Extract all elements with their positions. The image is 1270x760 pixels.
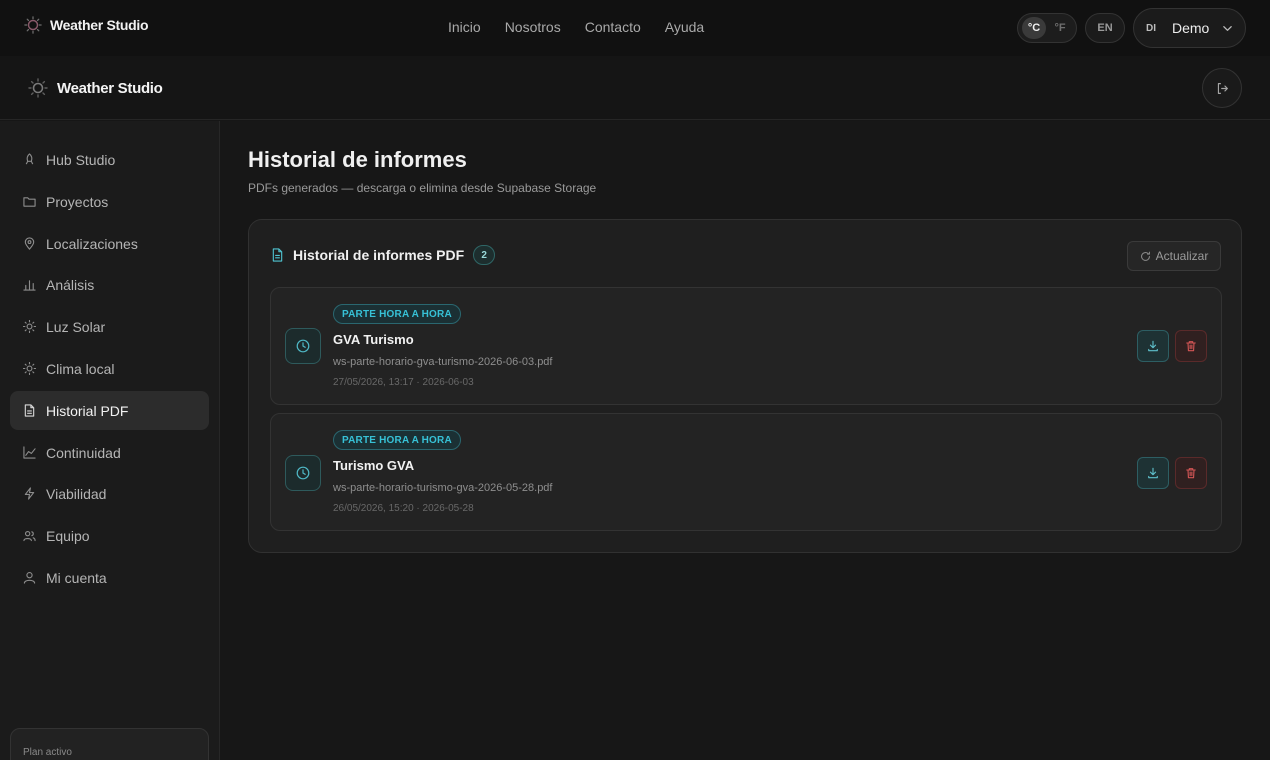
file-text-icon [24,404,35,417]
delete-button[interactable] [1175,457,1207,489]
sidebar-item-proyectos[interactable]: Proyectos [10,182,209,221]
celsius-option[interactable]: °C [1022,17,1046,39]
clock-icon-box [285,328,321,364]
language-button[interactable]: EN [1085,13,1125,43]
avatar: DI [1146,22,1156,34]
sidebar-item-label: Clima local [46,360,115,377]
brand-name: Weather Studio [50,17,149,33]
sidebar-item-analisis[interactable]: Análisis [10,265,209,304]
rocket-icon [25,153,34,165]
download-icon [1148,340,1158,352]
file-text-icon [272,248,283,262]
sidebar-item-hub-studio[interactable]: Hub Studio [10,140,209,179]
sidebar-item-historial-pdf[interactable]: Historial PDF [10,391,209,430]
card-header: Historial de informes PDF 2 [271,245,496,265]
sidebar-item-localizaciones[interactable]: Localizaciones [10,224,209,263]
clock-icon [296,339,310,353]
fahrenheit-option[interactable]: °F [1048,17,1072,39]
sidebar-item-clima-local[interactable]: Clima local [10,349,209,388]
sidebar-item-luz-solar[interactable]: Luz Solar [10,307,209,346]
download-icon [1148,467,1158,479]
report-row: PARTE HORA A HORA Turismo GVA ws-parte-h… [270,413,1222,531]
plan-label: Plan activo [23,747,72,758]
sidebar-item-label: Viabilidad [46,485,107,502]
card-title: Historial de informes PDF [293,247,465,263]
map-pin-icon [24,237,35,250]
sidebar-item-equipo[interactable]: Equipo [10,516,209,555]
download-button[interactable] [1137,457,1169,489]
nav-link-ayuda[interactable]: Ayuda [665,19,704,35]
sidebar-item-label: Hub Studio [46,151,116,168]
sidebar-item-continuidad[interactable]: Continuidad [10,433,209,472]
chevron-down-icon [1223,25,1232,31]
nav-link-inicio[interactable]: Inicio [448,19,481,35]
refresh-icon [1140,251,1150,261]
trash-icon [1186,468,1196,479]
sun-icon [23,362,36,375]
user-name: Demo [1172,20,1210,36]
page-title: Historial de informes [248,147,467,172]
reports-card: Historial de informes PDF 2 Actualizar P… [248,219,1242,553]
sidebar-item-label: Equipo [46,527,90,544]
clock-icon-box [285,455,321,491]
report-filename: ws-parte-horario-turismo-gva-2026-05-28.… [333,482,553,494]
sidebar-item-label: Localizaciones [46,235,138,252]
report-name: GVA Turismo [333,332,414,347]
main-content: Historial de informes PDFs generados — d… [220,121,1270,760]
unit-toggle: °C °F [1017,13,1077,43]
sidebar-item-label: Historial PDF [46,402,129,419]
logout-button[interactable] [1202,68,1242,108]
zap-icon [24,487,35,500]
count-badge: 2 [473,245,496,265]
log-out-icon [1217,82,1228,94]
users-icon [23,530,36,542]
folder-icon [23,197,36,207]
refresh-label: Actualizar [1155,249,1209,263]
report-meta: 27/05/2026, 13:17 · 2026-06-03 [333,377,474,388]
main-nav: Inicio Nosotros Contacto Ayuda [448,19,704,35]
report-name: Turismo GVA [333,458,415,473]
delete-button[interactable] [1175,330,1207,362]
refresh-button[interactable]: Actualizar [1127,241,1221,271]
app-header: Weather Studio [0,56,1270,120]
sidebar-item-mi-cuenta[interactable]: Mi cuenta [10,558,209,597]
download-button[interactable] [1137,330,1169,362]
app-brand-name: Weather Studio [57,79,163,97]
weather-logo-icon [28,78,48,98]
line-chart-icon [23,446,36,459]
nav-link-contacto[interactable]: Contacto [585,19,641,35]
report-type-badge: PARTE HORA A HORA [333,304,461,324]
sidebar: Hub Studio Proyectos Localizaciones Anál… [0,121,220,760]
plan-box: Plan activo [10,728,209,760]
sidebar-item-label: Análisis [46,276,95,293]
app-brand[interactable]: Weather Studio [28,78,163,98]
sidebar-item-viabilidad[interactable]: Viabilidad [10,474,209,513]
report-type-badge: PARTE HORA A HORA [333,430,461,450]
trash-icon [1186,341,1196,352]
weather-logo-icon [24,16,42,34]
clock-icon [296,466,310,480]
report-row: PARTE HORA A HORA GVA Turismo ws-parte-h… [270,287,1222,405]
sidebar-item-label: Continuidad [46,444,121,461]
sidebar-item-label: Proyectos [46,193,109,210]
top-brand[interactable]: Weather Studio [24,16,149,34]
user-menu-button[interactable]: DI Demo [1133,8,1246,48]
report-meta: 26/05/2026, 15:20 · 2026-05-28 [333,503,474,514]
page-subtitle: PDFs generados — descarga o elimina desd… [248,181,597,195]
report-filename: ws-parte-horario-gva-turismo-2026-06-03.… [333,356,553,368]
top-navbar: Weather Studio Inicio Nosotros Contacto … [0,0,1270,56]
user-icon [23,572,36,584]
bar-chart-icon [23,280,36,291]
sidebar-item-label: Luz Solar [46,318,106,335]
sun-icon [23,320,36,333]
nav-link-nosotros[interactable]: Nosotros [505,19,561,35]
sidebar-item-label: Mi cuenta [46,569,107,586]
